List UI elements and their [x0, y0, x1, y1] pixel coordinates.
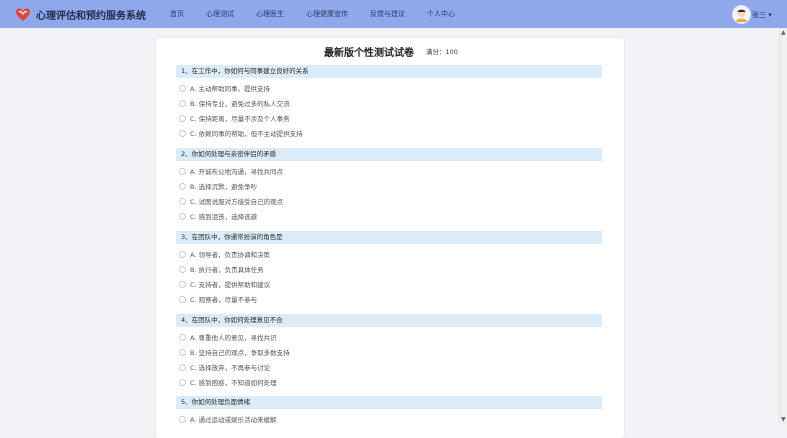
question-title: 3、在团队中，你通常扮演的角色是: [176, 231, 602, 244]
radio-icon[interactable]: [179, 197, 186, 205]
radio-icon[interactable]: [179, 212, 186, 220]
total-score: 满分：100: [426, 48, 458, 56]
option[interactable]: B. 选择沉默，避免争吵: [179, 181, 257, 191]
option[interactable]: B. 坚持自己的观点，争取多数支持: [179, 347, 290, 357]
logo-icon: [16, 8, 30, 21]
top-navigation-bar: 心理评估和预约服务系统 首页 心理测试 心理医生 心理健康宣传 反馈与建议 个人…: [0, 0, 787, 28]
option[interactable]: A. 尊重他人的意见，寻找共识: [179, 332, 276, 342]
scroll-down-arrow-icon[interactable]: ▼: [781, 416, 786, 423]
option[interactable]: C. 选择放弃，不再参与讨论: [179, 362, 270, 372]
radio-icon[interactable]: [179, 129, 186, 137]
radio-icon[interactable]: [179, 182, 186, 190]
option[interactable]: B. 执行者，负责具体任务: [179, 264, 264, 274]
user-avatar-icon: [733, 6, 750, 23]
user-menu[interactable]: 张三 ▾: [752, 10, 772, 20]
radio-icon[interactable]: [179, 99, 186, 107]
nav-feedback[interactable]: 反馈与建议: [370, 9, 405, 19]
app-title: 心理评估和预约服务系统: [36, 11, 146, 22]
scroll-up-arrow-icon[interactable]: ▲: [781, 29, 786, 36]
question-title: 2、你如何处理与亲密伴侣的矛盾: [176, 148, 602, 161]
radio-icon[interactable]: [179, 250, 186, 258]
nav-home[interactable]: 首页: [170, 9, 184, 19]
option[interactable]: B. 保持专业，避免过多的私人交流: [179, 98, 290, 108]
option[interactable]: A. 主动帮助同事，提供支持: [179, 83, 270, 93]
radio-icon[interactable]: [179, 363, 186, 371]
avatar[interactable]: [732, 5, 751, 24]
option[interactable]: A. 开诚布公地沟通，寻找共同点: [179, 166, 283, 176]
nav-psych-test[interactable]: 心理测试: [206, 9, 234, 19]
radio-icon[interactable]: [179, 84, 186, 92]
paper-title: 最新版个性测试试卷: [324, 48, 414, 59]
question-title: 4、在团队中，你如何处理意见不合: [176, 314, 602, 327]
option[interactable]: C. 保持距离，尽量不涉及个人事务: [179, 113, 290, 123]
test-paper-card: 最新版个性测试试卷 满分：100 1、在工作中，你如何与同事建立良好的关系 A.…: [156, 38, 624, 438]
radio-icon[interactable]: [179, 280, 186, 288]
option[interactable]: C. 感到沮丧，选择逃避: [179, 211, 257, 221]
main-nav: 首页 心理测试 心理医生 心理健康宣传 反馈与建议 个人中心: [170, 9, 477, 19]
question-title: 1、在工作中，你如何与同事建立良好的关系: [176, 65, 602, 78]
radio-icon[interactable]: [179, 333, 186, 341]
nav-personal-center[interactable]: 个人中心: [427, 9, 455, 19]
option[interactable]: A. 通过运动或娱乐活动来缓解: [179, 414, 276, 424]
radio-icon[interactable]: [179, 265, 186, 273]
radio-icon[interactable]: [179, 114, 186, 122]
option[interactable]: C. 观察者，尽量不参与: [179, 294, 257, 304]
radio-icon[interactable]: [179, 167, 186, 175]
radio-icon[interactable]: [179, 348, 186, 356]
radio-icon[interactable]: [179, 415, 186, 423]
vertical-scrollbar[interactable]: ▲ ▼: [779, 28, 787, 424]
radio-icon[interactable]: [179, 378, 186, 386]
radio-icon[interactable]: [179, 295, 186, 303]
option[interactable]: A. 领导者，负责协调和决策: [179, 249, 270, 259]
question-title: 5、你如何处理负面情绪: [176, 396, 602, 409]
option[interactable]: C. 感到困惑，不知道如何处理: [179, 377, 277, 387]
option[interactable]: C. 试图说服对方接受自己的观点: [179, 196, 283, 206]
option[interactable]: C. 依赖同事的帮助，但不主动提供支持: [179, 128, 303, 138]
nav-health-promo[interactable]: 心理健康宣传: [306, 9, 348, 19]
option[interactable]: C. 支持者，提供帮助和建议: [179, 279, 270, 289]
nav-doctors[interactable]: 心理医生: [256, 9, 284, 19]
